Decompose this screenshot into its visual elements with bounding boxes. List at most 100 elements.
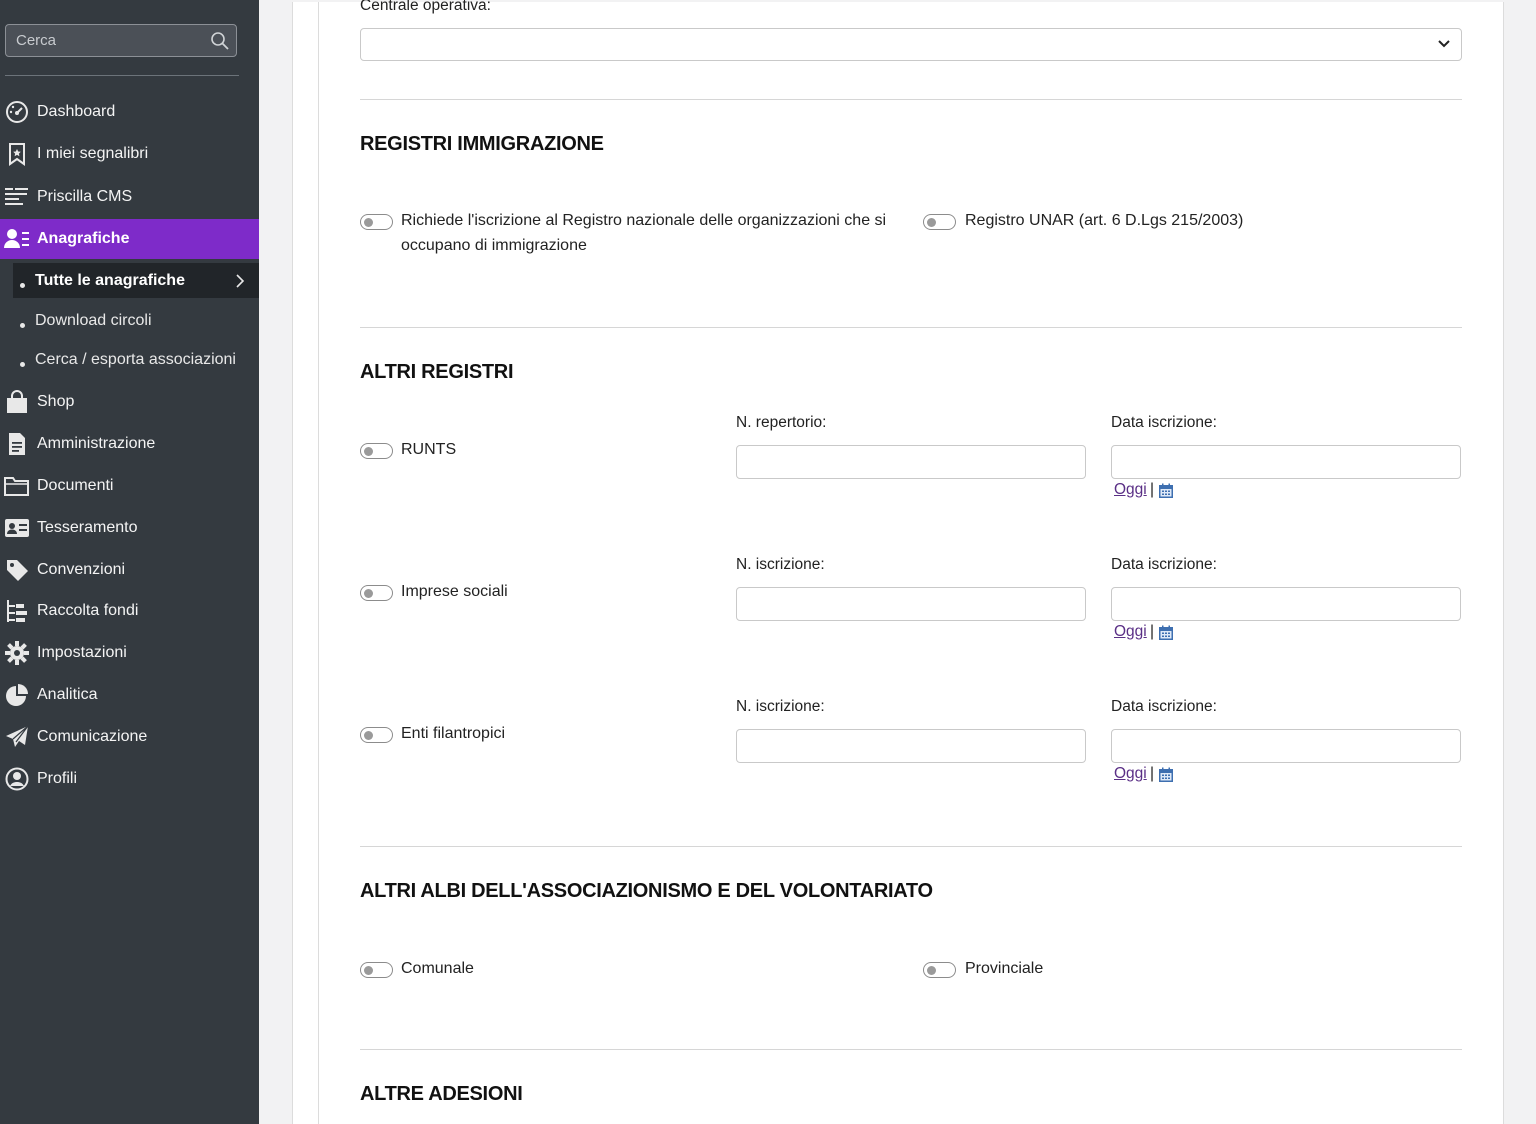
bullet-icon: [20, 282, 25, 288]
sidebar-item-documenti[interactable]: Documenti: [0, 466, 259, 506]
search-input[interactable]: Cerca: [5, 24, 237, 57]
sidebar-item-impostazioni[interactable]: Impostazioni: [0, 633, 259, 673]
sidebar-item-cms[interactable]: Priscilla CMS: [0, 177, 259, 217]
toggle-label-registro-nazionale: Richiede l'iscrizione al Registro nazion…: [401, 212, 887, 254]
chevron-down-icon: [1438, 40, 1450, 48]
enti-number-label: N. iscrizione:: [736, 698, 825, 715]
enti-today-link[interactable]: Oggi: [1114, 765, 1147, 783]
document-icon: [4, 431, 30, 457]
paper-plane-icon: [4, 724, 30, 750]
sidebar-item-tesseramento[interactable]: Tesseramento: [0, 508, 259, 548]
toggle-label-provinciale: Provinciale: [965, 960, 1044, 977]
section-divider: [360, 327, 1462, 328]
sidebar-item-analitica[interactable]: Analitica: [0, 675, 259, 715]
sidebar-subitem-tutte-le-anagrafiche[interactable]: Tutte le anagrafiche: [13, 263, 259, 298]
runts-date-input[interactable]: [1111, 445, 1461, 479]
toggle-comunale[interactable]: [360, 962, 393, 978]
section-title-altri-albi: ALTRI ALBI DELL'ASSOCIAZIONISMO E DEL VO…: [360, 880, 933, 902]
section-divider: [360, 99, 1462, 100]
link-separator: |: [1150, 623, 1155, 640]
sidebar-item-label: Amministrazione: [37, 435, 156, 452]
toggle-label-runts: RUNTS: [401, 441, 457, 458]
search-icon[interactable]: [210, 31, 230, 51]
bullet-icon: [20, 361, 25, 367]
toggle-runts[interactable]: [360, 443, 393, 459]
bookmark-icon: [4, 141, 30, 167]
toggle-label-enti-filantropici: Enti filantropici: [401, 725, 506, 742]
imprese-number-label: N. iscrizione:: [736, 556, 825, 573]
sidebar-item-label: Convenzioni: [37, 561, 126, 578]
toggle-imprese-sociali[interactable]: [360, 585, 393, 601]
sidebar-item-label: Anagrafiche: [37, 230, 130, 247]
section-title-altri-registri: ALTRI REGISTRI: [360, 361, 514, 383]
sidebar-item-label: Profili: [37, 770, 78, 787]
section-title-altre-adesioni: ALTRE ADESIONI: [360, 1083, 523, 1105]
dashboard-icon: [4, 99, 30, 125]
sidebar-item-amministrazione[interactable]: Amministrazione: [0, 424, 259, 464]
sidebar-subitem-label: Cerca / esporta associazioni: [35, 350, 236, 368]
sidebar-item-label: Documenti: [37, 477, 114, 494]
imprese-date-label: Data iscrizione:: [1111, 556, 1217, 573]
sidebar-item-comunicazione[interactable]: Comunicazione: [0, 717, 259, 757]
enti-date-input[interactable]: [1111, 729, 1461, 763]
section-divider: [360, 1049, 1462, 1050]
sidebar-item-raccolta-fondi[interactable]: Raccolta fondi: [0, 591, 259, 631]
tree-list-icon: [4, 598, 30, 624]
runts-number-input[interactable]: [736, 445, 1086, 479]
sidebar-item-label: Tesseramento: [37, 519, 138, 536]
sidebar-item-label: I miei segnalibri: [37, 145, 149, 162]
tag-icon: [4, 557, 30, 583]
card-inner-border: [318, 2, 319, 1124]
sidebar-item-dashboard[interactable]: Dashboard: [0, 92, 259, 132]
sidebar-item-shop[interactable]: Shop: [0, 382, 259, 422]
calendar-icon[interactable]: [1158, 767, 1174, 783]
imprese-today-link[interactable]: Oggi: [1114, 623, 1147, 641]
sidebar-subitem-cerca-esporta[interactable]: Cerca / esporta associazioni: [13, 342, 259, 377]
sidebar-item-label: Analitica: [37, 686, 98, 703]
user-list-icon: [4, 226, 30, 252]
sidebar-item-anagrafiche[interactable]: Anagrafiche: [0, 219, 259, 259]
sidebar-item-label: Shop: [37, 393, 75, 410]
calendar-icon[interactable]: [1158, 625, 1174, 641]
runts-today-link[interactable]: Oggi: [1114, 481, 1147, 499]
sidebar-subitem-label: Download circoli: [35, 311, 152, 329]
toggle-enti-filantropici[interactable]: [360, 727, 393, 743]
enti-number-input[interactable]: [736, 729, 1086, 763]
shopping-bag-icon: [4, 389, 30, 415]
sidebar-item-convenzioni[interactable]: Convenzioni: [0, 550, 259, 590]
sidebar-item-label: Impostazioni: [37, 644, 127, 661]
user-circle-icon: [4, 766, 30, 792]
section-title-registri-immigrazione: REGISTRI IMMIGRAZIONE: [360, 133, 604, 155]
toggle-provinciale[interactable]: [923, 962, 956, 978]
imprese-date-input[interactable]: [1111, 587, 1461, 621]
imprese-number-input[interactable]: [736, 587, 1086, 621]
pie-chart-icon: [4, 682, 30, 708]
calendar-icon[interactable]: [1158, 483, 1174, 499]
runts-date-label: Data iscrizione:: [1111, 414, 1217, 431]
centrale-operativa-label: Centrale operativa:: [360, 0, 491, 14]
search-placeholder: Cerca: [16, 32, 57, 49]
sidebar-item-profili[interactable]: Profili: [0, 759, 259, 799]
sidebar-divider: [5, 75, 239, 76]
sidebar-subitem-download-circoli[interactable]: Download circoli: [13, 303, 259, 338]
sidebar-item-label: Dashboard: [37, 103, 116, 120]
sidebar-subitem-label: Tutte le anagrafiche: [35, 271, 185, 289]
toggle-registro-nazionale-immigrazione[interactable]: [360, 214, 393, 230]
toggle-label-comunale: Comunale: [401, 960, 474, 977]
id-card-icon: [4, 515, 30, 541]
toggle-label-imprese-sociali: Imprese sociali: [401, 583, 508, 600]
toggle-registro-unar[interactable]: [923, 214, 956, 230]
link-separator: |: [1150, 765, 1155, 782]
section-divider: [360, 846, 1462, 847]
sidebar: Cerca Dashboard I miei segnalibri Prisci…: [0, 0, 259, 1124]
bullet-icon: [20, 322, 25, 328]
sidebar-item-label: Comunicazione: [37, 728, 148, 745]
toggle-label-registro-unar: Registro UNAR (art. 6 D.Lgs 215/2003): [965, 212, 1244, 229]
cms-icon: [4, 184, 30, 210]
sidebar-item-label: Raccolta fondi: [37, 602, 139, 619]
runts-number-label: N. repertorio:: [736, 414, 827, 431]
link-separator: |: [1150, 481, 1155, 498]
chevron-right-icon: [236, 274, 245, 288]
centrale-operativa-select[interactable]: [360, 28, 1462, 61]
sidebar-item-bookmarks[interactable]: I miei segnalibri: [0, 134, 259, 174]
